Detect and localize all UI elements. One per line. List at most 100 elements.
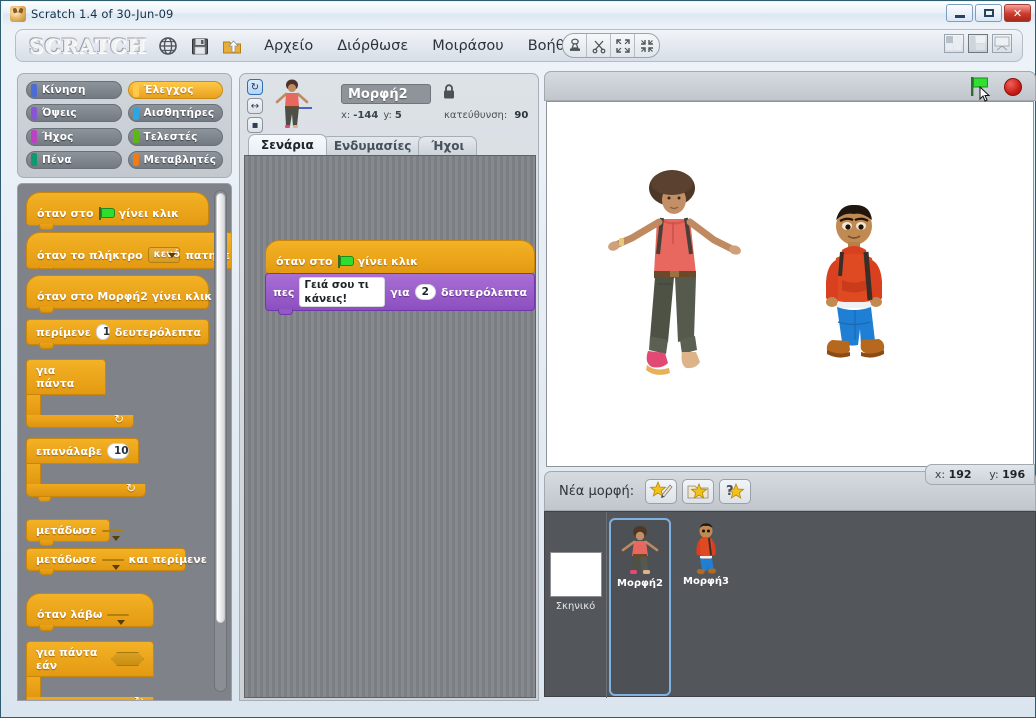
repeat-count-input[interactable]: 10 <box>106 443 129 459</box>
wait-seconds-input[interactable]: 1 <box>95 324 110 340</box>
block-label: επανάλαβε <box>36 444 102 458</box>
block-label: γίνει κλικ <box>118 207 179 220</box>
save-icon[interactable] <box>189 35 211 57</box>
stage-thumbnail[interactable] <box>549 552 602 597</box>
menu-file[interactable]: Αρχείο <box>261 36 316 56</box>
paint-new-sprite-button[interactable] <box>645 478 678 504</box>
palette-scrollbar[interactable] <box>214 190 227 692</box>
script-stack[interactable]: όταν στο γίνει κλικ πες Γειά σου τι κάνε… <box>265 240 535 315</box>
menu-edit[interactable]: Διόρθωσε <box>334 36 411 56</box>
mouse-cursor-icon <box>979 85 991 102</box>
menu-items: Αρχείο Διόρθωσε Μοιράσου Βοήθεια <box>261 36 590 56</box>
stamp-duplicate-icon[interactable] <box>563 34 587 57</box>
broadcast-dropdown[interactable] <box>101 529 124 541</box>
category-label: Πένα <box>42 153 72 166</box>
block-label: για πάντα <box>36 364 75 390</box>
stage-selector-column[interactable]: Σκηνικό <box>545 512 607 698</box>
category-swatch <box>132 83 139 97</box>
category-label: Όψεις <box>42 107 77 120</box>
c-block-nub <box>38 497 51 502</box>
blocks-palette[interactable]: όταν στο γίνει κλικ όταν το πλήκτρο κενό… <box>17 183 232 701</box>
stop-sign-icon[interactable] <box>1004 78 1022 96</box>
palette-block-broadcast[interactable]: μετάδωσε <box>26 519 124 546</box>
title-bar: Scratch 1.4 of 30-Jun-09 ✕ <box>3 2 1035 25</box>
category-variables[interactable]: Μεταβλητές <box>127 150 223 169</box>
block-label: όταν το πλήκτρο <box>37 248 143 262</box>
category-looks[interactable]: Όψεις <box>26 104 122 123</box>
minimize-button[interactable] <box>946 4 973 22</box>
normal-stage-view-icon[interactable] <box>968 34 988 53</box>
script-block-say-for-secs[interactable]: πες Γειά σου τι κάνεις! για 2 δευτερόλεπ… <box>265 273 535 315</box>
c-block-arm <box>26 677 41 697</box>
palette-block-repeat[interactable]: επανάλαβε 10 <box>26 438 209 502</box>
share-icon[interactable] <box>221 35 243 57</box>
mouse-x-label: x: 192 <box>934 468 972 481</box>
category-operators[interactable]: Τελεστές <box>127 127 223 146</box>
choose-new-sprite-button[interactable] <box>682 478 715 504</box>
rotate-freely-button[interactable]: ↻ <box>247 79 263 95</box>
sprite-cell-morfi2[interactable]: Μορφή2 <box>609 518 671 696</box>
cartoon-boy-sprite[interactable] <box>804 202 904 372</box>
sprite-thumbnail <box>689 521 723 575</box>
palette-block-when-receive[interactable]: όταν λάβω <box>26 593 154 631</box>
category-label: Αισθητήρες <box>143 107 215 120</box>
sprite-thumbnail <box>617 523 663 577</box>
palette-block-when-key-pressed[interactable]: όταν το πλήκτρο κενό πατηθε <box>26 232 231 269</box>
palette-block-forever[interactable]: για πάντα <box>26 359 209 428</box>
globe-icon[interactable] <box>157 35 179 57</box>
category-pen[interactable]: Πένα <box>26 150 122 169</box>
lock-icon[interactable] <box>442 83 456 100</box>
block-category-buttons: Κίνηση Έλεγχος Όψεις Αισθητήρες Ήχος Τελ… <box>17 73 232 178</box>
palette-scrollbar-thumb[interactable] <box>216 193 225 623</box>
palette-block-forever-if[interactable]: για πάντα εάν <box>26 641 209 700</box>
category-motion[interactable]: Κίνηση <box>26 81 122 99</box>
category-label: Μεταβλητές <box>143 153 217 166</box>
block-label: για <box>390 285 410 299</box>
stage-toolbar <box>544 71 1036 102</box>
broadcast-dropdown[interactable] <box>101 558 124 570</box>
sprite-name-input[interactable]: Μορφή2 <box>341 84 431 104</box>
sprite-list: Σκηνικό Μορφή2 Μορφή3 <box>544 511 1036 698</box>
say-text-input[interactable]: Γειά σου τι κάνεις! <box>299 277 386 307</box>
shrink-icon[interactable] <box>635 34 659 57</box>
palette-block-when-sprite-clicked[interactable]: όταν στο Μορφή2 γίνει κλικ <box>26 275 212 313</box>
grow-icon[interactable] <box>611 34 635 57</box>
condition-slot[interactable] <box>111 652 144 666</box>
presentation-mode-icon[interactable] <box>992 34 1012 53</box>
key-dropdown[interactable]: κενό <box>147 247 181 263</box>
category-label: Τελεστές <box>143 130 198 143</box>
editing-tools <box>562 33 660 58</box>
category-sensing[interactable]: Αισθητήρες <box>127 104 223 123</box>
no-rotate-button[interactable]: ▪ <box>247 117 263 133</box>
category-sound[interactable]: Ήχος <box>26 127 122 146</box>
stage-canvas[interactable] <box>546 101 1034 467</box>
tab-costumes[interactable]: Ενδυμασίες <box>320 136 425 155</box>
sprite-cell-label: Μορφή3 <box>683 576 729 587</box>
tab-sounds[interactable]: Ήχοι <box>418 136 478 155</box>
random-new-sprite-button[interactable]: ? <box>719 478 752 504</box>
script-block-when-flag-clicked[interactable]: όταν στο γίνει κλικ <box>265 240 535 278</box>
category-control[interactable]: Έλεγχος <box>127 81 223 99</box>
mouse-y-label: y: 196 <box>989 468 1026 481</box>
receive-dropdown[interactable] <box>107 613 130 625</box>
palette-block-broadcast-and-wait[interactable]: μετάδωσε και περίμενε <box>26 548 207 575</box>
sprite-cell-morfi3[interactable]: Μορφή3 <box>675 518 737 696</box>
close-button[interactable]: ✕ <box>1004 4 1031 22</box>
scissors-delete-icon[interactable] <box>587 34 611 57</box>
scripts-canvas[interactable]: όταν στο γίνει κλικ πες Γειά σου τι κάνε… <box>244 155 536 698</box>
palette-block-wait-secs[interactable]: περίμενε 1 δευτερόλεπτα <box>26 319 209 349</box>
flip-left-right-button[interactable]: ↔ <box>247 98 263 114</box>
small-stage-view-icon[interactable] <box>944 34 964 53</box>
sprite-direction-readout: κατεύθυνση: 90 <box>444 110 528 121</box>
block-label: πες <box>273 285 295 299</box>
dancing-girl-sprite[interactable] <box>602 166 752 386</box>
say-seconds-input[interactable]: 2 <box>414 284 436 300</box>
maximize-button[interactable] <box>975 4 1002 22</box>
new-sprite-bar: Νέα μορφή: ? x: 192 y: 196 <box>544 464 1036 511</box>
tab-scripts[interactable]: Σενάρια <box>248 134 327 155</box>
palette-block-when-flag-clicked[interactable]: όταν στο γίνει κλικ <box>26 192 209 230</box>
category-swatch <box>132 106 139 120</box>
sprite-thumbnail[interactable] <box>272 78 312 130</box>
menu-share[interactable]: Μοιράσου <box>429 36 507 56</box>
sprite-cells: Μορφή2 Μορφή3 <box>607 512 1035 696</box>
